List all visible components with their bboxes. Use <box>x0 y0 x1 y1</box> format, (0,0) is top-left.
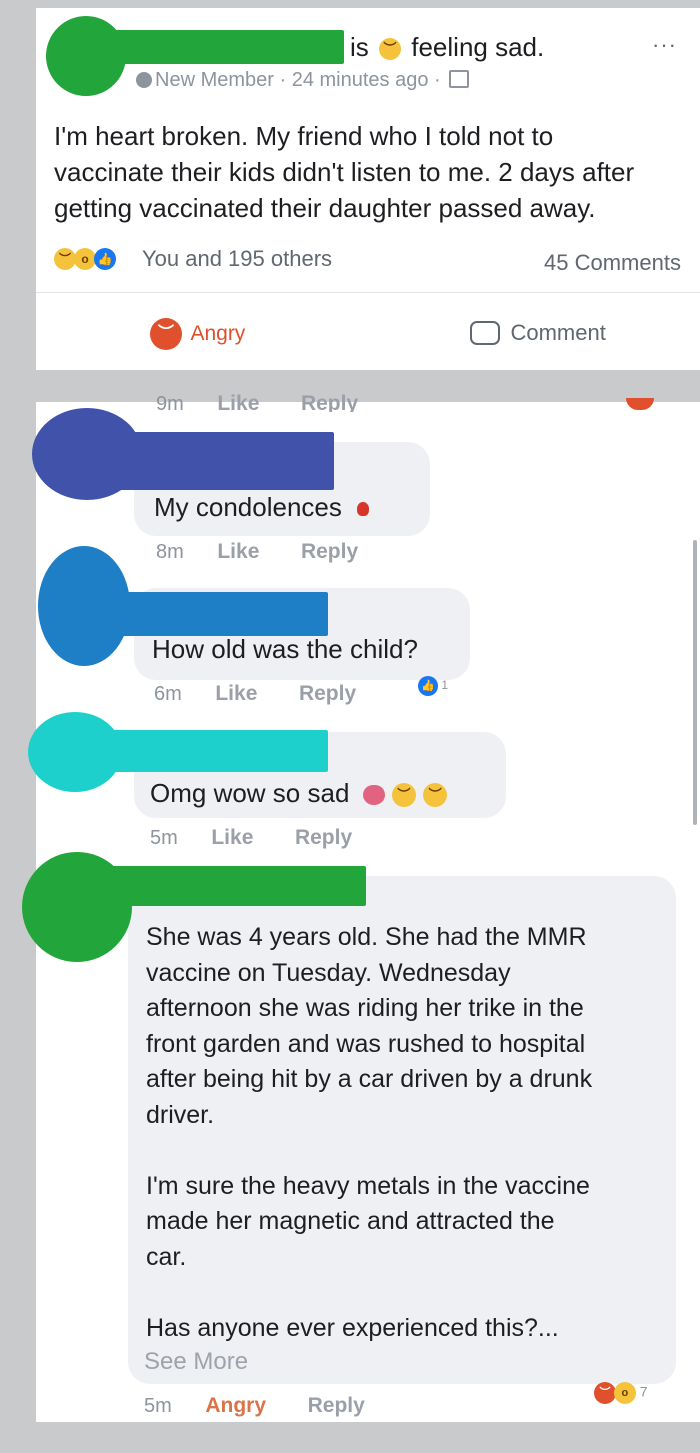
see-more-link[interactable]: See More <box>144 1348 248 1376</box>
comment-line: after being hit by a car driven by a dru… <box>146 1065 593 1093</box>
post-body-line: I'm heart broken. My friend who I told n… <box>54 121 554 151</box>
sad-face-icon: ︶ <box>379 38 402 61</box>
comment-button[interactable]: Comment <box>470 320 606 352</box>
like-link[interactable]: Like <box>211 826 253 849</box>
poster-name-redaction[interactable] <box>88 30 344 64</box>
like-link[interactable]: Like <box>217 540 259 563</box>
comments-count[interactable]: 45 Comments <box>544 250 681 276</box>
comment-time: 5m <box>150 827 178 849</box>
comment-label: Comment <box>510 320 606 345</box>
commenter-name-redaction[interactable] <box>86 730 328 772</box>
sad-reaction-icon: ︶ <box>54 248 76 270</box>
post-options-button[interactable]: ··· <box>652 32 677 58</box>
commenter-name-redaction[interactable] <box>90 866 366 906</box>
comment-actions-partial: 9m Like Reply <box>156 392 358 412</box>
like-reaction-icon: 👍 <box>418 676 438 696</box>
feeling-line: is ︶ feeling sad. <box>350 32 544 63</box>
reply-link[interactable]: Reply <box>299 682 356 705</box>
reactions-summary[interactable]: You and 195 others <box>142 246 332 272</box>
feeling-is: is <box>350 32 369 62</box>
post-meta: New Member · 24 minutes ago · <box>136 69 470 92</box>
comment-line: made her magnetic and attracted the <box>146 1207 555 1235</box>
comment-line: car. <box>146 1242 187 1271</box>
comment-line: She was 4 years old. She had the MMR <box>146 923 587 951</box>
comment-time: 6m <box>154 683 182 705</box>
comment-text-value: My condolences <box>154 492 342 522</box>
comment-text-long: She was 4 years old. She had the MMR vac… <box>146 920 592 1346</box>
comment-line <box>146 1133 592 1169</box>
reaction-count: 1 <box>441 678 449 693</box>
like-reaction-icon: 👍 <box>94 248 116 270</box>
feeling-text: feeling sad. <box>411 32 545 62</box>
commenter-name-redaction[interactable] <box>96 432 334 490</box>
comment-line: driver. <box>146 1100 215 1129</box>
angry-reaction-icon: ︶ <box>594 1382 616 1404</box>
broken-heart-icon <box>362 785 385 806</box>
reply-link[interactable]: Reply <box>301 392 358 412</box>
group-icon <box>449 70 470 88</box>
angry-link[interactable]: Angry <box>205 1394 266 1417</box>
angry-icon: ︶ <box>150 318 182 350</box>
new-member-icon <box>136 72 152 88</box>
reaction-count: 7 <box>639 1383 648 1400</box>
comment-actions: 5m Angry Reply <box>144 1394 365 1418</box>
comment-time: 9m <box>156 393 184 412</box>
comment-time: 8m <box>156 541 184 563</box>
comment-actions: 8m Like Reply <box>156 540 358 564</box>
comment-line: Has anyone ever experienced this?... <box>146 1313 559 1342</box>
sad-face-icon: ︶ <box>391 783 416 808</box>
comment-text: My condolences <box>154 492 370 523</box>
like-link[interactable]: Like <box>215 682 257 705</box>
wow-reaction-icon: o <box>74 248 96 270</box>
comment-line: vaccine on Tuesday. Wednesday <box>146 958 511 987</box>
like-link[interactable]: Like <box>217 392 259 412</box>
comment-line <box>146 1275 592 1311</box>
angry-label: Angry <box>190 322 246 345</box>
comment-bubble-icon <box>470 321 500 345</box>
reply-link[interactable]: Reply <box>295 826 352 849</box>
post-meta-text: New Member · 24 minutes ago · <box>155 69 441 91</box>
comment-text: Omg wow so sad ︶ ︶ <box>150 778 448 809</box>
comment-text: How old was the child? <box>152 634 418 664</box>
comment-line: I'm sure the heavy metals in the vaccine <box>146 1171 590 1200</box>
post-body: I'm heart broken. My friend who I told n… <box>54 118 634 226</box>
post-body-line: getting vaccinated their daughter passed… <box>54 193 596 223</box>
rose-icon <box>357 502 370 517</box>
sad-face-icon: ︶ <box>423 783 448 808</box>
reaction-icons[interactable]: ︶ o 👍 <box>54 246 144 272</box>
post-body-line: vaccinate their kids didn't listen to me… <box>54 157 635 187</box>
reply-link[interactable]: Reply <box>308 1394 365 1417</box>
wow-reaction-icon: o <box>613 1382 636 1404</box>
comment-line: front garden and was rushed to hospital <box>146 1029 586 1058</box>
commenter-name-redaction[interactable] <box>100 592 328 636</box>
post-divider <box>36 292 700 293</box>
comment-line: afternoon she was riding her trike in th… <box>146 994 584 1022</box>
angry-button[interactable]: ︶ Angry <box>150 318 245 350</box>
comment-actions: 5m Like Reply <box>150 826 352 850</box>
comment-time: 5m <box>144 1395 172 1417</box>
comment-text-value: Omg wow so sad <box>150 778 350 808</box>
reply-link[interactable]: Reply <box>301 540 358 563</box>
comment-reaction-count[interactable]: ︶ o 7 <box>594 1382 648 1404</box>
scrollbar-thumb[interactable] <box>693 540 697 825</box>
comment-actions: 6m Like Reply <box>154 682 356 706</box>
comment-reaction-count[interactable]: 👍 1 <box>418 676 448 696</box>
